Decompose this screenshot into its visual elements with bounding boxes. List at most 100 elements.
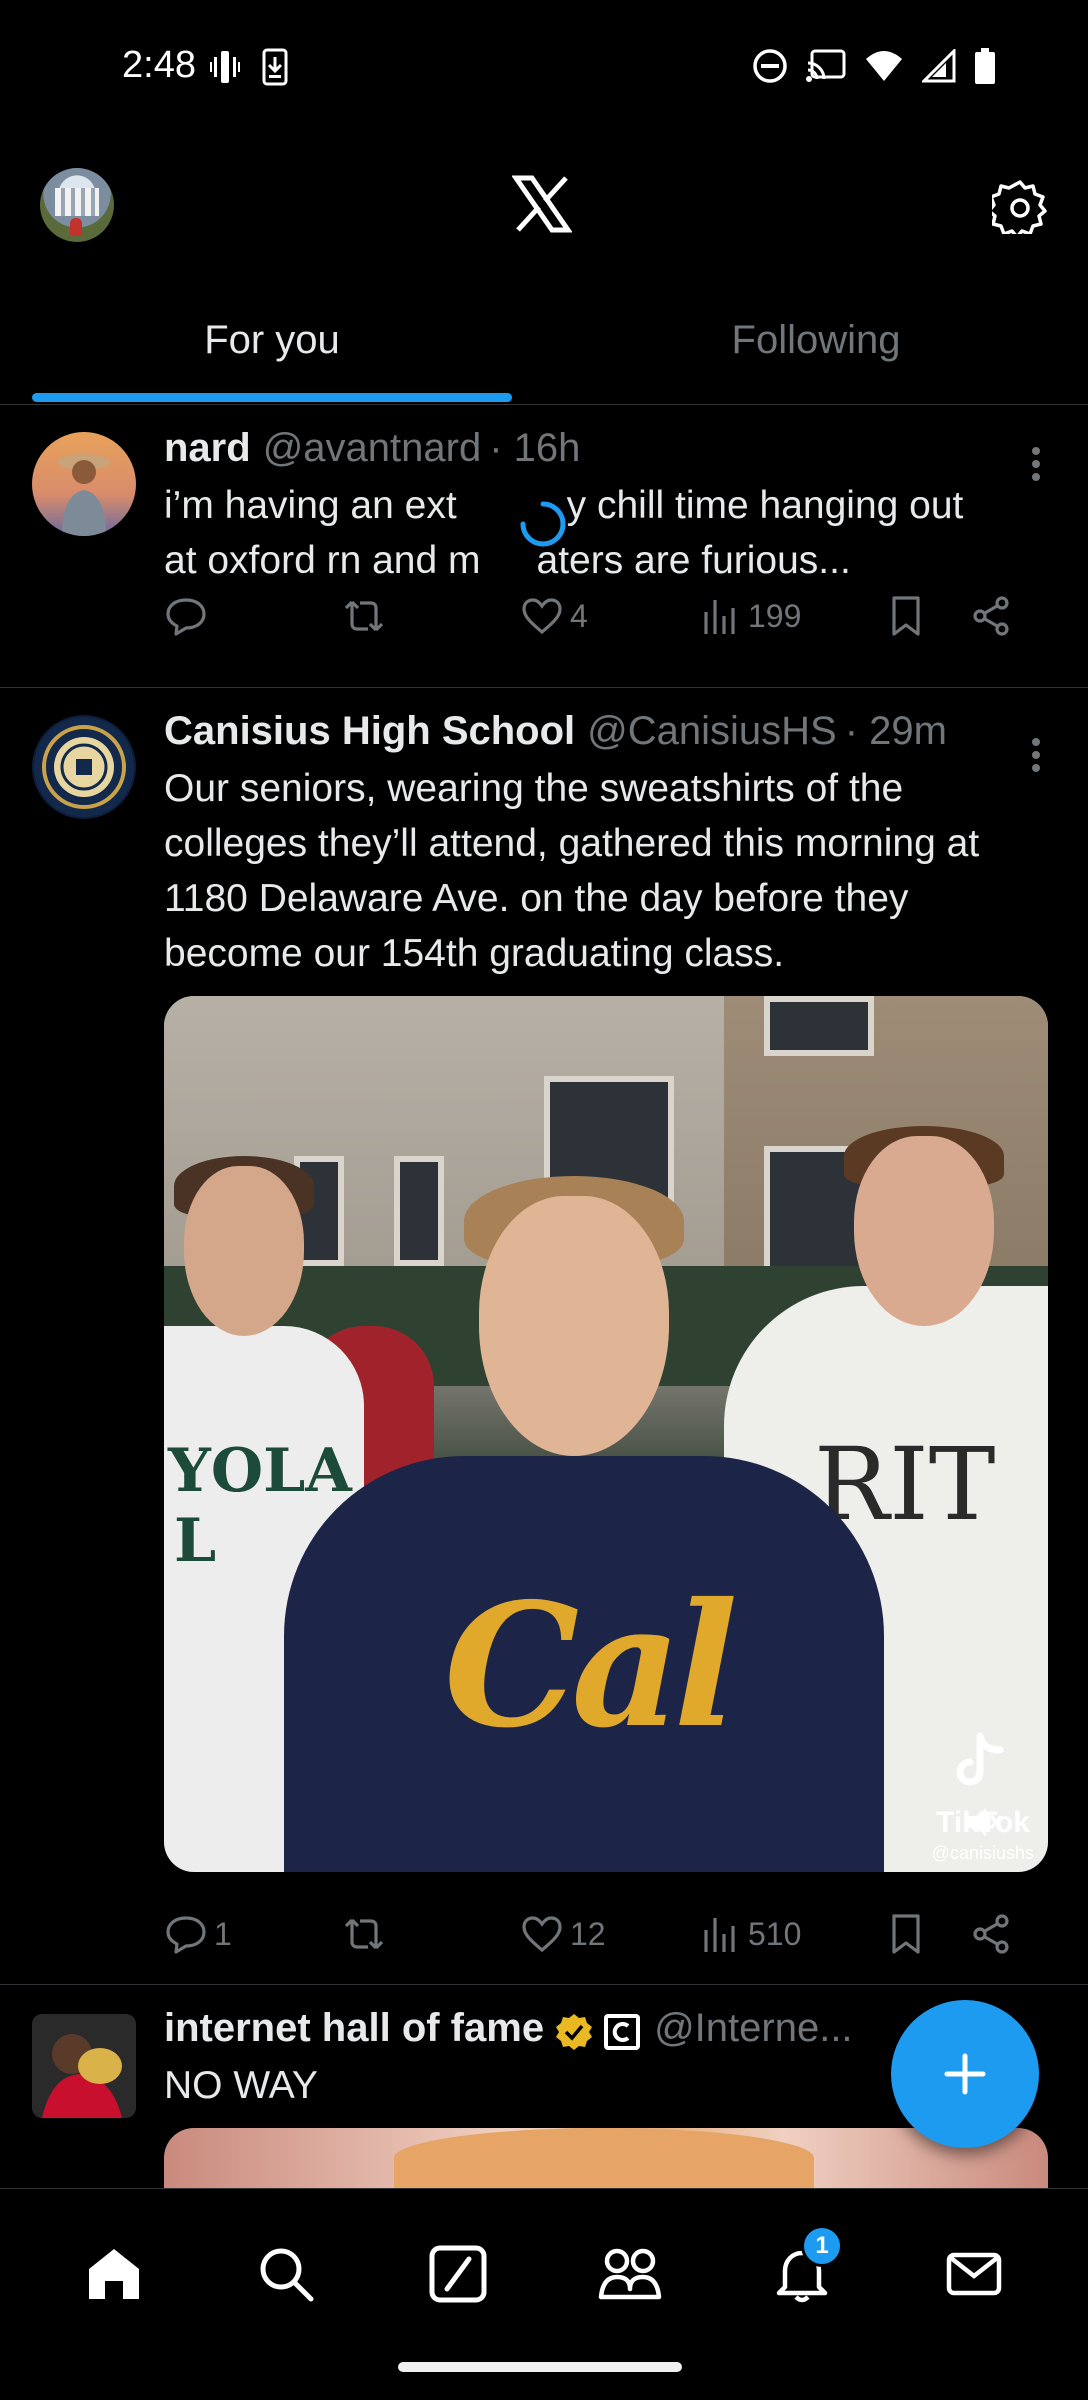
status-time: 2:48 [122, 44, 196, 86]
heart-icon [522, 598, 562, 635]
cast-icon [806, 49, 846, 82]
tweet-actions: 4 199 [164, 586, 1064, 646]
avatar-image [32, 432, 136, 536]
bookmark-button[interactable] [884, 594, 970, 638]
heart-icon [522, 1916, 562, 1953]
search-icon [260, 2248, 314, 2302]
nav-communities[interactable] [585, 2229, 675, 2319]
reply-icon [166, 1916, 206, 1954]
reply-button[interactable] [164, 594, 342, 638]
mute-icon[interactable] [964, 1802, 1004, 1842]
bookmark-button[interactable] [884, 1912, 970, 1956]
tweet-text[interactable]: Our seniors, wearing the sweatshirts of … [164, 761, 1048, 981]
profile-avatar[interactable] [40, 168, 114, 242]
retweet-button[interactable] [342, 594, 520, 638]
top-header [0, 150, 1088, 260]
tweet-video[interactable]: YOLA L RIT Cal TikTok @canisiushs [164, 996, 1048, 1872]
avatar-figure [70, 218, 82, 236]
views-button[interactable]: 199 [698, 594, 884, 638]
nav-notifications[interactable]: 1 [757, 2225, 847, 2319]
bottom-nav-items: 1 [0, 2225, 1088, 2319]
tweet-author-name[interactable]: internet hall of fame [164, 2006, 544, 2051]
tab-for-you-label: For you [204, 318, 340, 362]
wifi-icon [866, 51, 902, 81]
nav-messages[interactable] [929, 2229, 1019, 2319]
retweet-icon [344, 1918, 384, 1950]
grok-icon [429, 2245, 487, 2303]
timeline-tabs: For you Following [0, 290, 1088, 405]
x-logo-icon[interactable] [512, 174, 572, 234]
tab-following[interactable]: Following [544, 290, 1088, 404]
share-button[interactable] [970, 594, 1014, 638]
retweet-button[interactable] [342, 1912, 520, 1956]
nav-home[interactable] [69, 2229, 159, 2319]
views-icon [704, 1918, 735, 1952]
more-options-icon[interactable] [1030, 446, 1042, 482]
more-options-icon[interactable] [1030, 737, 1042, 773]
tweet-author-handle[interactable]: @Interne... [654, 2006, 852, 2051]
status-left-icons [210, 48, 288, 86]
reply-button[interactable]: 1 [164, 1912, 342, 1956]
dnd-icon [753, 49, 787, 83]
media-hair [394, 2128, 814, 2188]
media-cal-text: Cal [444, 1566, 738, 1766]
notification-badge: 1 [801, 2225, 843, 2267]
tab-following-label: Following [731, 318, 901, 362]
verified-badge-icon [556, 2014, 593, 2050]
media-window [764, 996, 874, 1056]
media-person [184, 1166, 304, 1336]
download-icon [262, 48, 288, 86]
share-button[interactable] [970, 1912, 1014, 1956]
like-count: 4 [570, 597, 588, 634]
home-icon [89, 2249, 139, 2299]
like-button[interactable]: 4 [520, 594, 698, 638]
avatar[interactable] [32, 715, 136, 819]
view-count: 510 [748, 1915, 802, 1952]
like-count: 12 [570, 1915, 606, 1952]
share-icon [973, 1914, 1009, 1954]
retweet-icon [344, 600, 384, 632]
bookmark-icon [892, 596, 920, 636]
reply-count: 1 [214, 1915, 232, 1952]
tweet-author-handle[interactable]: @avantnard [263, 426, 482, 471]
tweet-text[interactable]: i’m having an ext y chill time hanging ou… [164, 478, 1048, 588]
messages-icon [946, 2252, 1002, 2296]
media-person [854, 1136, 994, 1326]
tweet-header: Canisius High School @CanisiusHS · 29m [164, 709, 1048, 761]
avatar[interactable] [32, 2014, 136, 2118]
tweet-time: · 29m [844, 709, 947, 753]
tweet-header: nard @avantnard · 16h [164, 426, 1048, 478]
plus-icon [944, 2053, 986, 2095]
avatar-building [55, 188, 99, 216]
media-window [394, 1156, 444, 1266]
nav-search[interactable] [241, 2229, 331, 2319]
bookmark-icon [892, 1914, 920, 1954]
loading-spinner-icon [520, 501, 566, 547]
avatar[interactable] [32, 432, 136, 536]
compose-tweet-button[interactable] [891, 2000, 1039, 2148]
home-indicator[interactable] [398, 2362, 682, 2372]
battery-icon [975, 48, 995, 84]
tiktok-username: @canisiushs [931, 1843, 1034, 1863]
avatar-image [32, 2014, 136, 2118]
views-icon [704, 600, 735, 634]
tweet-body: Canisius High School @CanisiusHS · 29m O… [164, 709, 1048, 981]
nav-grok[interactable] [413, 2229, 503, 2319]
reply-icon [166, 598, 206, 636]
views-button[interactable]: 510 [698, 1912, 884, 1956]
like-button[interactable]: 12 [520, 1912, 698, 1956]
tweet-image[interactable] [164, 2128, 1048, 2188]
view-count: 199 [748, 597, 802, 634]
communities-icon [598, 2248, 662, 2300]
tweet-time: · 16h [489, 426, 581, 470]
tweet-body: nard @avantnard · 16h i’m having an ext y… [164, 426, 1048, 588]
tweet-author-name[interactable]: Canisius High School [164, 709, 575, 754]
tweet-actions: 1 12 510 [164, 1904, 1064, 1964]
status-right-icons [752, 48, 996, 84]
status-bar: 2:48 [0, 0, 1088, 135]
media-person [479, 1196, 669, 1456]
gear-icon[interactable] [992, 178, 1048, 234]
tweet-author-name[interactable]: nard [164, 426, 251, 471]
tweet-author-handle[interactable]: @CanisiusHS [587, 709, 837, 754]
tab-for-you[interactable]: For you [0, 290, 544, 404]
